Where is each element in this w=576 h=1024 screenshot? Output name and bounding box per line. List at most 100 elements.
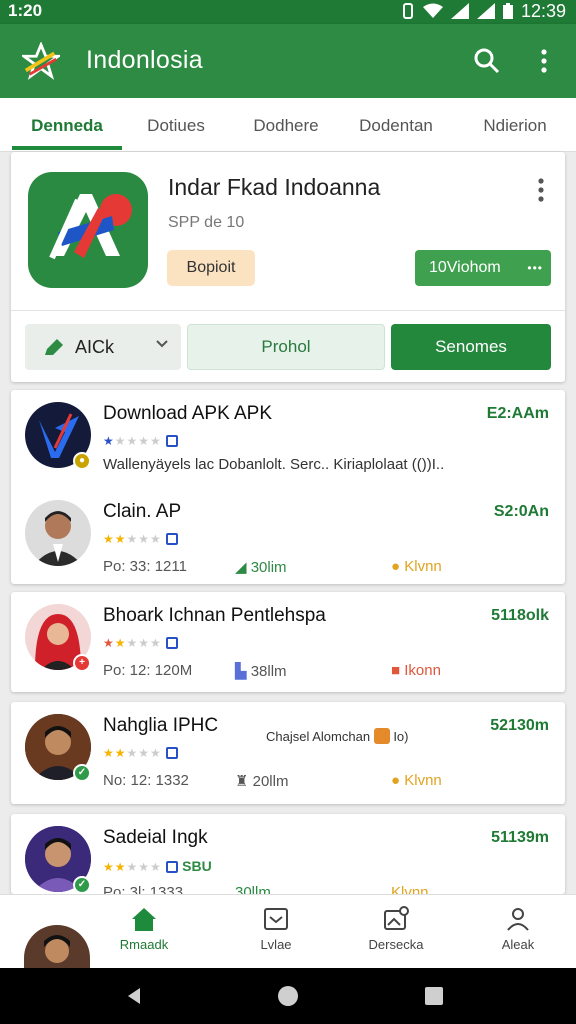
- tab-dotiues[interactable]: Dotiues: [126, 98, 226, 152]
- card-more-button[interactable]: [531, 176, 551, 204]
- nav-inbox[interactable]: Lvlae: [216, 895, 336, 969]
- star-rating: ★★★★★: [103, 746, 178, 760]
- more-vert-icon: [538, 178, 544, 202]
- more-vert-icon: [541, 49, 547, 73]
- nav-home[interactable]: Rmaadk: [84, 895, 204, 969]
- back-icon[interactable]: [124, 986, 144, 1006]
- app-bar: Indonlosia: [0, 24, 576, 98]
- star-rating: ★★★★★: [103, 434, 178, 448]
- chart-icon: ◢: [235, 559, 251, 576]
- item-meta-left: Po: 12: 120M: [103, 662, 193, 679]
- tab-indicator: [12, 146, 122, 150]
- list-item[interactable]: Clain. AP S2:0An ★★★★★ Po: 33: 1211 ◢ 30…: [11, 488, 565, 588]
- people-icon: ▙: [235, 663, 251, 680]
- recents-icon[interactable]: [424, 986, 444, 1006]
- app-icon[interactable]: [28, 172, 148, 288]
- person-icon: [507, 908, 529, 931]
- divider: [11, 310, 565, 311]
- battery-icon: [502, 3, 513, 19]
- app-title: Indonlosia: [86, 46, 203, 74]
- search-button[interactable]: [470, 44, 504, 78]
- item-meta-mid: ▙ 38llm: [235, 662, 287, 680]
- item-time: S2:0An: [493, 503, 549, 520]
- star-rating: ★★★★★ SBU: [103, 858, 212, 874]
- home-circle-icon[interactable]: [277, 985, 299, 1007]
- dropdown-label: AICk: [75, 337, 115, 357]
- item-meta-right-text: Ikonn: [404, 662, 441, 679]
- list-item[interactable]: ● Download APK APK E2:AAm ★★★★★ Wallenyä…: [11, 390, 565, 490]
- item-meta-mid-text: 20llm: [252, 773, 289, 790]
- status-bar: 1:20 12:39: [0, 0, 576, 24]
- system-nav-bar: [0, 968, 576, 1024]
- item-meta-mid: ♜ 20llm: [235, 772, 288, 790]
- tab-denneda[interactable]: Denneda: [12, 98, 122, 152]
- vibrate-icon: [402, 3, 413, 19]
- nav-aleak[interactable]: Aleak: [458, 895, 576, 969]
- nav-aleak-label: Aleak: [501, 937, 535, 952]
- item-meta-right-text: Klvnn: [404, 772, 442, 789]
- signal-icon: [450, 3, 469, 19]
- item-name: Nahglia IPHC: [103, 715, 219, 736]
- item-meta-left: Po: 3l: 1333: [103, 884, 184, 894]
- pencil-icon: [45, 339, 63, 355]
- list-item[interactable]: + Bhoark Ichnan Pentlehspa 5118olk ★★★★★…: [11, 592, 565, 692]
- item-description: Wallenyäyels lac Dobanlolt. Serc.. Kiria…: [103, 456, 445, 473]
- info-icon: [165, 861, 178, 873]
- list-item[interactable]: ✓ Nahglia IPHC Chajsel Alomchan Io) 5213…: [11, 702, 565, 802]
- item-name: Sadeial Ingk: [103, 827, 208, 848]
- senomes-button[interactable]: Senomes: [391, 324, 551, 370]
- verified-badge-icon: ✓: [73, 764, 91, 782]
- prohol-button[interactable]: Prohol: [187, 324, 385, 370]
- tag-icon: ■: [391, 662, 405, 679]
- status-icons: 12:39: [401, 0, 566, 22]
- tag-icon: [373, 728, 390, 744]
- item-meta-mid: 30llm: [235, 884, 271, 894]
- item-time: 52130m: [490, 717, 549, 734]
- status-time-right: 12:39: [520, 1, 566, 21]
- item-meta-right: ● Klvnn: [391, 558, 442, 575]
- status-time-left: 1:20: [8, 1, 43, 20]
- inbox-icon: [264, 908, 288, 930]
- wifi-icon: [422, 3, 443, 18]
- item-meta-mid-text: 30lim: [250, 559, 287, 576]
- item-subtitle-text: Chajsel Alomchan: [266, 729, 371, 744]
- aick-dropdown[interactable]: AICk: [25, 324, 181, 370]
- nav-dersecka-label: Dersecka: [368, 937, 424, 952]
- item-meta-right: ■ Ikonn: [391, 662, 441, 679]
- item-meta-left: Po: 33: 1211: [103, 558, 187, 575]
- tab-dodentan[interactable]: Dodentan: [346, 98, 446, 152]
- item-subtitle: Chajsel Alomchan Io): [266, 728, 408, 744]
- image-settings-icon: [384, 906, 409, 930]
- avatar: [25, 500, 91, 566]
- app-subtitle: SPP de 10: [168, 214, 245, 231]
- avatar: [24, 925, 90, 969]
- item-time: 51139m: [491, 829, 549, 846]
- tab-ndierion[interactable]: Ndierion: [460, 98, 570, 152]
- coin-icon: ●: [391, 772, 405, 789]
- featured-app-card: Indar Fkad Indoanna SPP de 10 Bopioit 10…: [11, 152, 565, 382]
- star-rating: ★★★★★: [103, 636, 178, 650]
- nav-home-label: Rmaadk: [119, 937, 169, 952]
- overflow-menu-button[interactable]: [527, 44, 561, 78]
- app-title-text: Indar Fkad Indoanna: [168, 174, 381, 200]
- downloads-dots: •••: [527, 261, 543, 275]
- item-meta-mid: ◢ 30lim: [235, 558, 287, 576]
- list-card: ✓ Nahglia IPHC Chajsel Alomchan Io) 5213…: [11, 702, 565, 804]
- info-icon: [165, 435, 178, 447]
- add-badge-icon: +: [73, 654, 91, 672]
- list-item[interactable]: ✓ Sadeial Ingk 51139m ★★★★★ SBU Po: 3l: …: [11, 814, 565, 894]
- info-icon: [165, 747, 178, 759]
- item-meta-right-text: Klvnn: [404, 558, 442, 575]
- tab-dodhere[interactable]: Dodhere: [236, 98, 336, 152]
- chevron-down-icon: [156, 340, 168, 348]
- item-meta-mid-text: 38llm: [250, 663, 287, 680]
- app-tag: Bopioit: [167, 250, 255, 286]
- downloads-label: 10Viohom: [429, 259, 501, 276]
- downloads-button[interactable]: 10Viohom •••: [415, 250, 551, 286]
- item-name: Bhoark Ichnan Pentlehspa: [103, 605, 326, 626]
- nav-dersecka[interactable]: Dersecka: [336, 895, 456, 969]
- item-meta-left: No: 12: 1332: [103, 772, 189, 789]
- item-name: Download APK APK: [103, 403, 272, 424]
- item-meta-right: Klvnn: [391, 884, 429, 894]
- nav-inbox-label: Lvlae: [260, 937, 292, 952]
